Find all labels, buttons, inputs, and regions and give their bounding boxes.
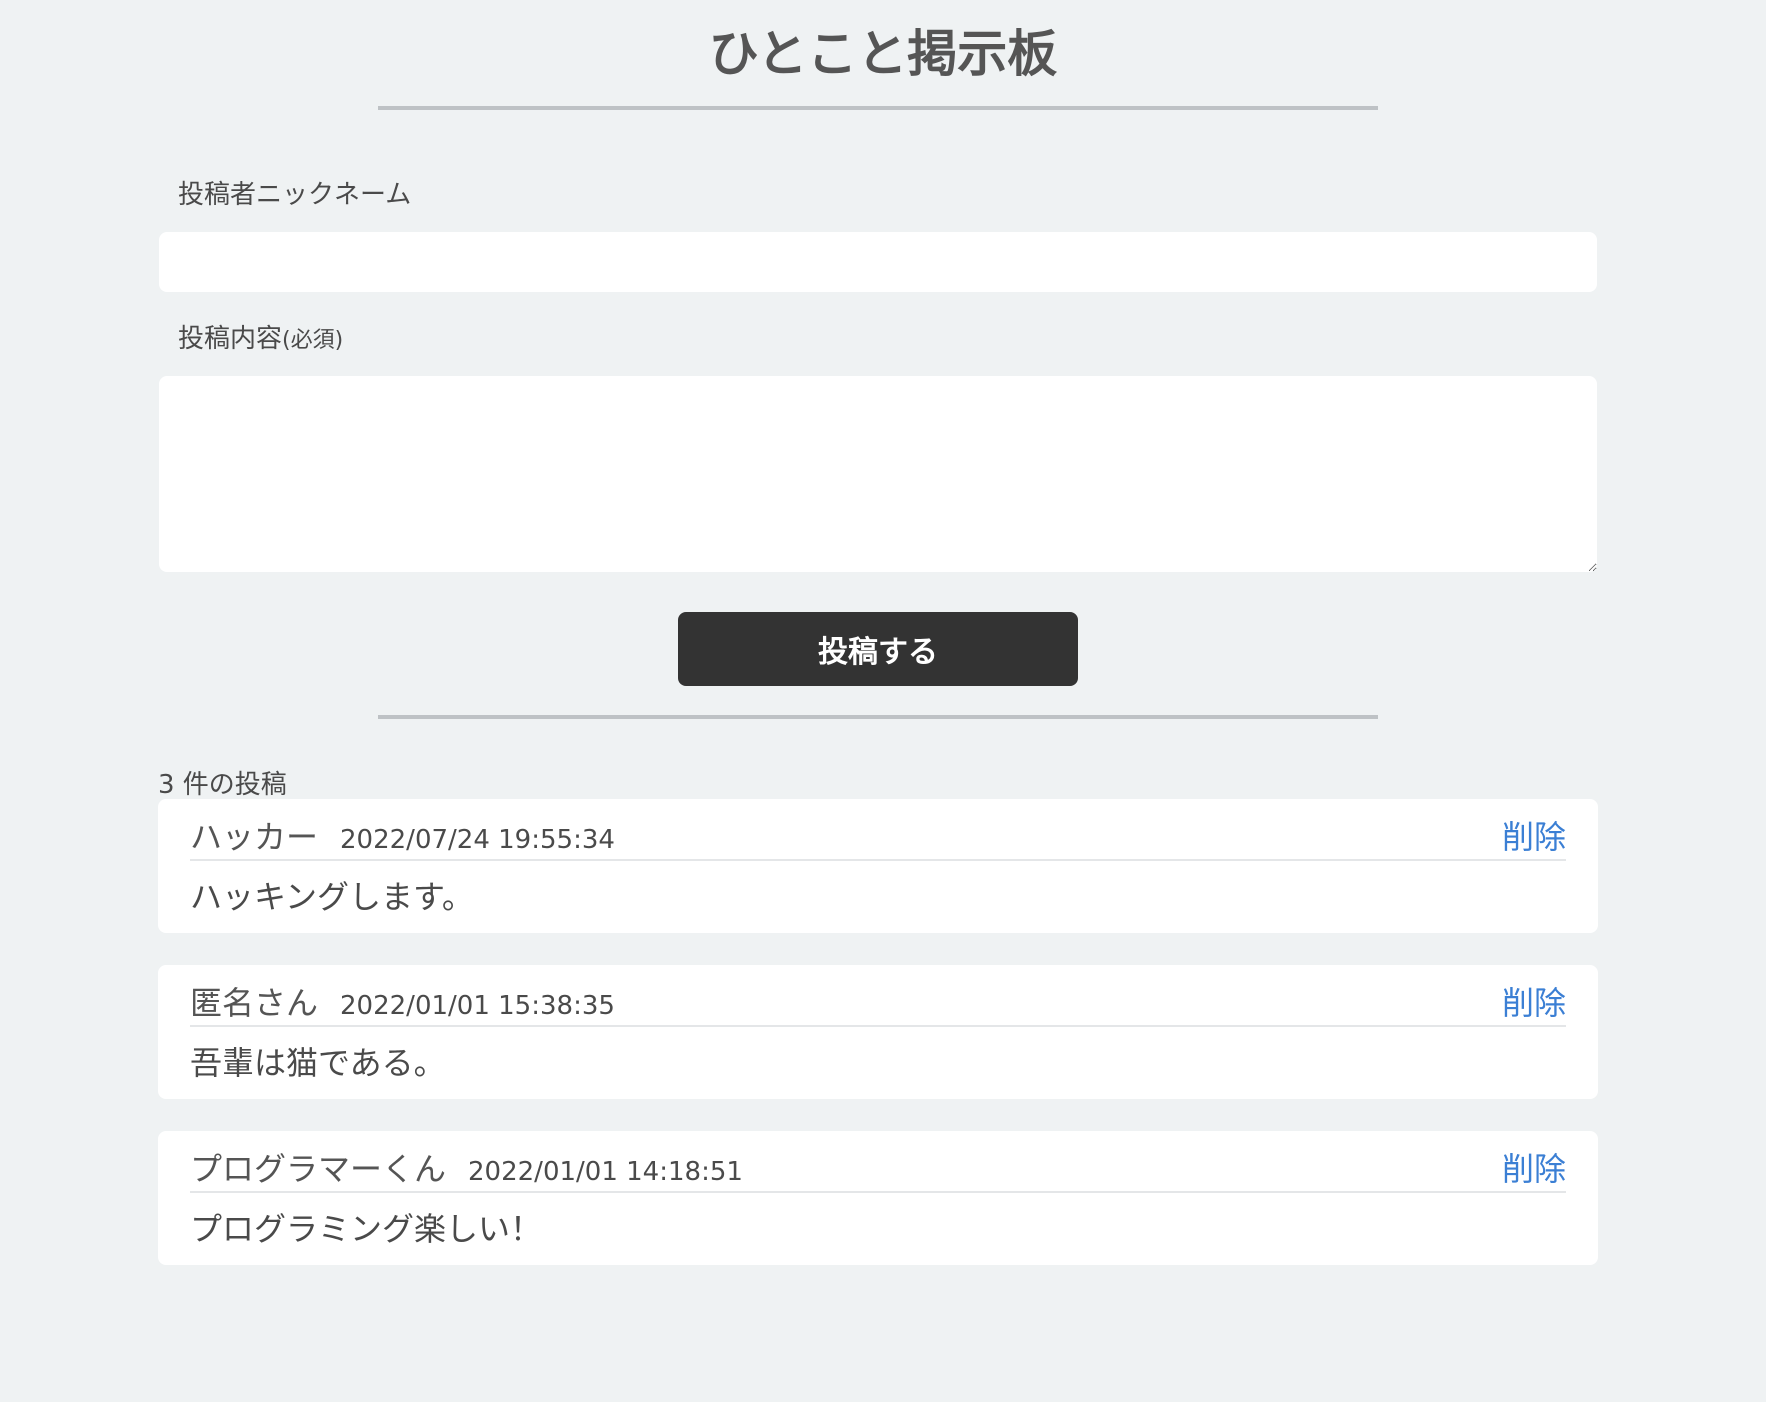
post-header: ハッカー 2022/07/24 19:55:34 削除 [190,817,1566,861]
delete-link[interactable]: 削除 [1502,983,1566,1025]
post-body: 吾輩は猫である。 [190,1044,446,1082]
post-card: ハッカー 2022/07/24 19:55:34 削除 ハッキングします。 [158,799,1598,933]
post-list: ハッカー 2022/07/24 19:55:34 削除 ハッキングします。 匿名… [158,799,1598,1297]
nickname-input[interactable] [159,232,1597,292]
post-card: プログラマーくん 2022/01/01 14:18:51 削除 プログラミング楽… [158,1131,1598,1265]
delete-link[interactable]: 削除 [1502,817,1566,859]
page: ひとこと掲示板 投稿者ニックネーム 投稿内容(必須) 投稿する 3 件の投稿 ハ… [0,0,1766,1402]
post-body: ハッキングします。 [190,878,474,916]
post-body: プログラミング楽しい！ [190,1210,543,1248]
post-timestamp: 2022/07/24 19:55:34 [340,825,615,855]
nickname-label-text: 投稿者ニックネーム [178,180,412,210]
content-label: 投稿内容(必須) [178,318,343,355]
post-timestamp: 2022/01/01 15:38:35 [340,991,615,1021]
page-title: ひとこと掲示板 [708,25,1058,83]
post-author: 匿名さん [190,984,319,1022]
submit-button[interactable]: 投稿する [678,612,1078,686]
post-author: ハッカー [190,818,319,856]
content-textarea[interactable] [159,376,1597,572]
content-required-note: (必須) [282,328,344,353]
post-author: プログラマーくん [190,1150,447,1188]
post-count: 3 件の投稿 [158,770,287,800]
nickname-label: 投稿者ニックネーム [178,174,411,211]
post-header: プログラマーくん 2022/01/01 14:18:51 削除 [190,1149,1566,1193]
delete-link[interactable]: 削除 [1502,1149,1566,1191]
middle-divider [378,715,1378,719]
post-timestamp: 2022/01/01 14:18:51 [468,1157,743,1187]
content-label-text: 投稿内容 [178,324,283,354]
post-card: 匿名さん 2022/01/01 15:38:35 削除 吾輩は猫である。 [158,965,1598,1099]
top-divider [378,106,1378,110]
post-header: 匿名さん 2022/01/01 15:38:35 削除 [190,983,1566,1027]
